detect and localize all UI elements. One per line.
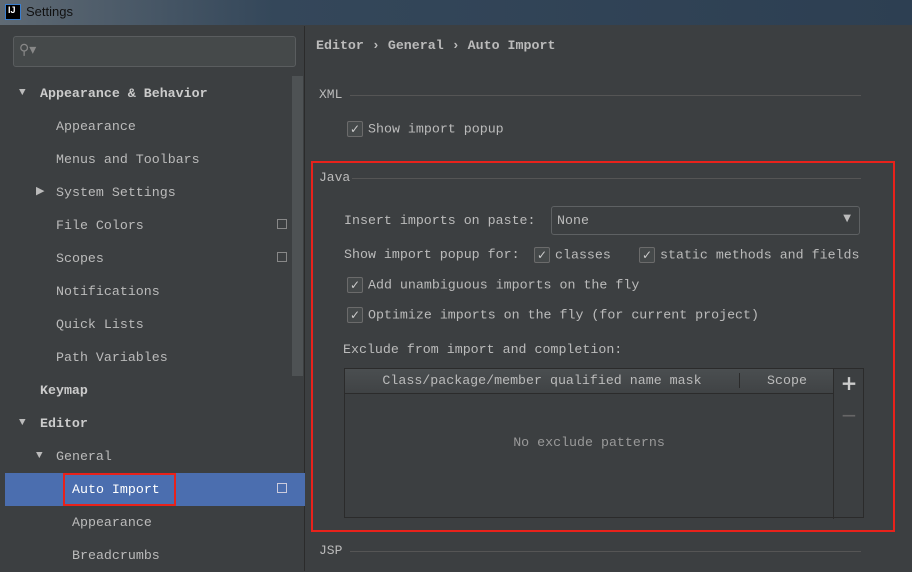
project-scope-icon — [277, 252, 287, 262]
item-label: Keymap — [40, 383, 88, 398]
item-label: Appearance — [72, 515, 152, 530]
breadcrumb-editor: Editor — [316, 38, 364, 53]
item-label: Notifications — [56, 284, 160, 299]
sidebar-item-breadcrumbs[interactable]: Breadcrumbs — [5, 539, 305, 572]
sidebar-item-menus-toolbars[interactable]: Menus and Toolbars — [5, 143, 305, 176]
sidebar-item-general[interactable]: ▼ General — [5, 440, 305, 473]
sidebar-item-appearance-behavior[interactable]: ▼ Appearance & Behavior — [5, 77, 305, 110]
breadcrumb: Editor › General › Auto Import — [316, 38, 555, 53]
search-input[interactable]: ⚲▾ — [13, 36, 296, 67]
project-scope-icon — [277, 483, 287, 493]
sidebar-item-appearance[interactable]: Appearance — [5, 110, 305, 143]
auto-import-highlight — [63, 473, 176, 506]
sidebar-item-editor[interactable]: ▼ Editor — [5, 407, 305, 440]
java-section-highlight — [311, 161, 895, 532]
item-label: Quick Lists — [56, 317, 144, 332]
section-jsp-title: JSP — [319, 543, 343, 558]
item-label: Appearance — [56, 119, 136, 134]
sidebar-item-scopes[interactable]: Scopes — [5, 242, 305, 275]
breadcrumb-general: General — [387, 38, 444, 53]
item-label: Path Variables — [56, 350, 168, 365]
item-label: Menus and Toolbars — [56, 152, 200, 167]
expanded-arrow-icon: ▼ — [19, 417, 26, 429]
sidebar-item-notifications[interactable]: Notifications — [5, 275, 305, 308]
xml-show-popup-checkbox[interactable]: ✓ Show import popup — [347, 121, 504, 137]
app-logo-icon: IJ — [5, 4, 21, 20]
sidebar-item-keymap[interactable]: Keymap — [5, 374, 305, 407]
item-label: Scopes — [56, 251, 104, 266]
collapsed-arrow-icon: ▶ — [36, 186, 45, 198]
breadcrumb-auto-import: Auto Import — [467, 38, 556, 53]
window-title: Settings — [26, 4, 73, 19]
checkbox-label: Show import popup — [368, 121, 504, 137]
search-icon: ⚲▾ — [19, 42, 37, 58]
breadcrumb-separator: › — [371, 38, 380, 53]
expanded-arrow-icon: ▼ — [19, 87, 26, 99]
project-scope-icon — [277, 219, 287, 229]
sidebar-item-quick-lists[interactable]: Quick Lists — [5, 308, 305, 341]
item-label: File Colors — [56, 218, 144, 233]
item-label: Editor — [40, 416, 88, 431]
sidebar-item-file-colors[interactable]: File Colors — [5, 209, 305, 242]
sidebar-item-editor-appearance[interactable]: Appearance — [5, 506, 305, 539]
divider — [350, 551, 861, 552]
title-bar: IJ Settings — [0, 0, 912, 25]
checkmark-icon: ✓ — [347, 121, 363, 137]
item-label: Appearance & Behavior — [40, 86, 208, 101]
breadcrumb-separator: › — [451, 38, 460, 53]
item-label: General — [56, 449, 112, 464]
divider — [350, 95, 861, 96]
expanded-arrow-icon: ▼ — [36, 450, 43, 462]
sidebar-item-system-settings[interactable]: ▶ System Settings — [5, 176, 305, 209]
item-label: System Settings — [56, 185, 176, 200]
sidebar-item-path-variables[interactable]: Path Variables — [5, 341, 305, 374]
item-label: Breadcrumbs — [72, 548, 160, 563]
section-xml-title: XML — [319, 87, 343, 102]
